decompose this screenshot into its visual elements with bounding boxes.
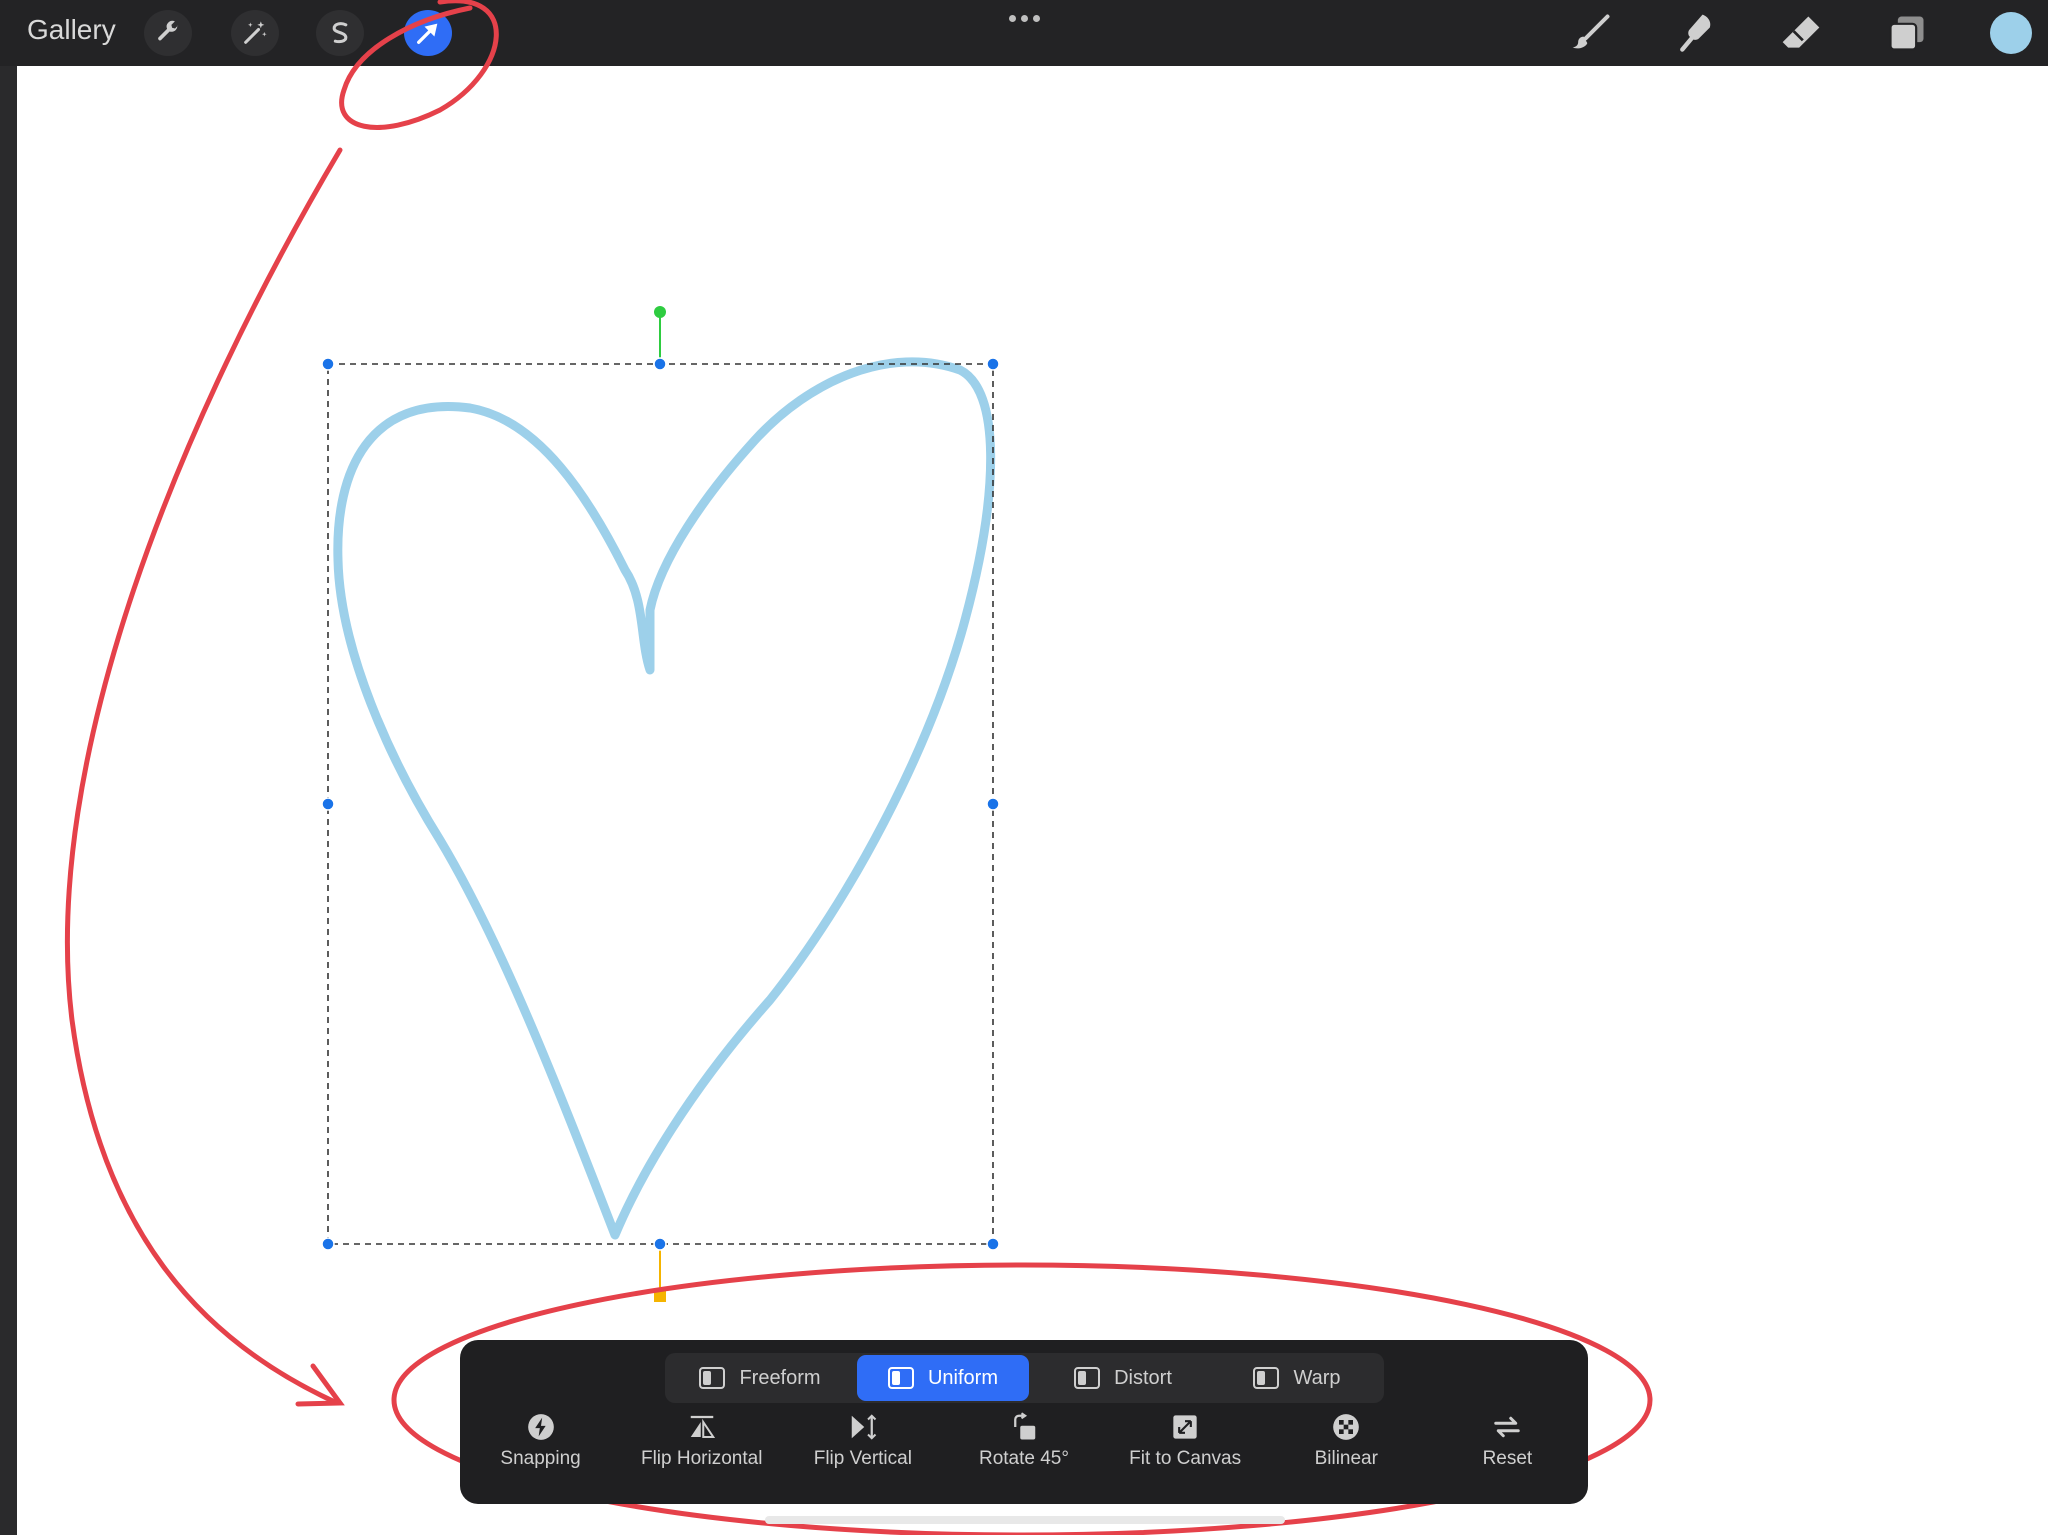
lightning-icon bbox=[526, 1412, 556, 1442]
selection-handle[interactable] bbox=[653, 1237, 667, 1251]
mode-distort[interactable]: Distort bbox=[1033, 1355, 1213, 1401]
fit-to-canvas-button[interactable]: Fit to Canvas bbox=[1110, 1412, 1260, 1498]
warp-icon bbox=[1253, 1367, 1280, 1389]
bilinear-button[interactable]: Bilinear bbox=[1271, 1412, 1421, 1498]
mode-uniform[interactable]: Uniform bbox=[857, 1355, 1029, 1401]
rotate-45-button[interactable]: Rotate 45° bbox=[949, 1412, 1099, 1498]
drawing-canvas[interactable] bbox=[0, 0, 2048, 1535]
selection-handle[interactable] bbox=[986, 357, 1000, 371]
transform-actions: Snapping Flip Horizontal Flip Vertical R… bbox=[460, 1412, 1588, 1498]
snapping-button[interactable]: Snapping bbox=[466, 1412, 616, 1498]
transform-mode-selector: Freeform Uniform Distort Warp bbox=[665, 1353, 1384, 1403]
rotate-icon bbox=[1009, 1412, 1039, 1442]
annotation-arrow bbox=[64, 147, 343, 1405]
mode-warp[interactable]: Warp bbox=[1217, 1355, 1377, 1401]
flip-horizontal-button[interactable]: Flip Horizontal bbox=[627, 1412, 777, 1498]
mode-freeform[interactable]: Freeform bbox=[667, 1355, 853, 1401]
selection-handle[interactable] bbox=[321, 357, 335, 371]
selection-handle[interactable] bbox=[321, 797, 335, 811]
uniform-icon bbox=[887, 1367, 914, 1389]
freeform-icon bbox=[699, 1367, 726, 1389]
selection-handle[interactable] bbox=[653, 357, 667, 371]
annotation-circle-tool bbox=[339, 0, 499, 130]
checker-icon bbox=[1331, 1412, 1361, 1442]
distort-icon bbox=[1074, 1367, 1101, 1389]
home-indicator bbox=[765, 1516, 1285, 1524]
flip-vertical-button[interactable]: Flip Vertical bbox=[788, 1412, 938, 1498]
transform-panel: Freeform Uniform Distort Warp Snapping F… bbox=[460, 1340, 1588, 1504]
heart-stroke bbox=[333, 357, 996, 1240]
selection-handle[interactable] bbox=[986, 797, 1000, 811]
selection-handle[interactable] bbox=[986, 1237, 1000, 1251]
flip-horizontal-icon bbox=[687, 1412, 717, 1442]
rotation-handle[interactable] bbox=[654, 306, 666, 318]
selection-handle[interactable] bbox=[321, 1237, 335, 1251]
reset-button[interactable]: Reset bbox=[1432, 1412, 1582, 1498]
flip-vertical-icon bbox=[848, 1412, 878, 1442]
reset-icon bbox=[1492, 1412, 1522, 1442]
fit-canvas-icon bbox=[1170, 1412, 1200, 1442]
